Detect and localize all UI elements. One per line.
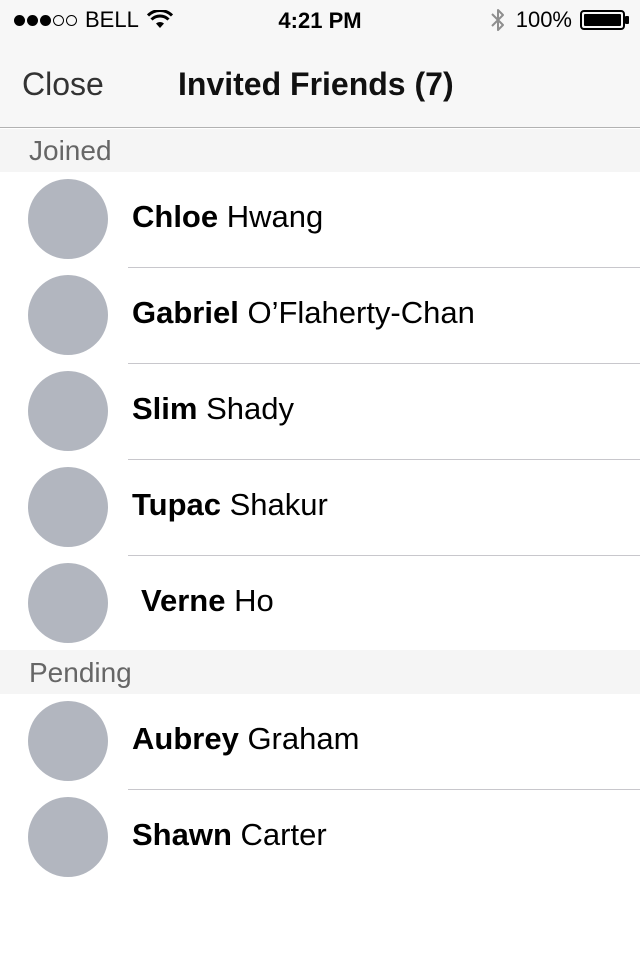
friend-first-name: Chloe [132, 199, 219, 234]
friend-last-name: O’Flaherty-Chan [247, 295, 475, 330]
friend-first-name: Shawn [132, 817, 232, 852]
avatar [28, 275, 108, 355]
status-bar: BELL 4:21 PM 100% [0, 0, 640, 40]
friend-last-name: Shady [206, 391, 294, 426]
bluetooth-icon [491, 9, 504, 31]
friend-row[interactable]: Slim Shady [0, 364, 640, 460]
battery-percentage: 100% [515, 7, 572, 32]
friend-row[interactable]: Verne Ho [0, 556, 640, 652]
friend-row[interactable]: Shawn Carter [0, 790, 640, 886]
friend-name: Gabriel O’Flaherty-Chan [132, 268, 475, 358]
friend-name: Aubrey Graham [132, 694, 359, 784]
friend-first-name: Gabriel [132, 295, 239, 330]
friend-last-name: Graham [247, 721, 360, 756]
friend-name: Tupac Shakur [132, 460, 328, 550]
page-title: Invited Friends (7) [178, 66, 454, 102]
status-right: 100% [490, 7, 630, 32]
friend-last-name: Carter [240, 817, 327, 852]
avatar [28, 179, 108, 259]
friend-first-name: Verne [141, 583, 226, 618]
friend-row[interactable]: Chloe Hwang [0, 172, 640, 268]
friend-name: Shawn Carter [132, 790, 327, 880]
section-header-pending: Pending [0, 650, 640, 694]
avatar [28, 563, 108, 643]
friend-first-name: Slim [132, 391, 198, 426]
friend-last-name: Shakur [229, 487, 328, 522]
section-header-joined: Joined [0, 129, 640, 172]
pending-friends-list: Aubrey Graham Shawn Carter [0, 694, 640, 886]
joined-friends-list: Chloe Hwang Gabriel O’Flaherty-Chan Slim… [0, 172, 640, 652]
friend-row[interactable]: Gabriel O’Flaherty-Chan [0, 268, 640, 364]
friend-last-name: Ho [234, 583, 274, 618]
avatar [28, 797, 108, 877]
friend-name: Slim Shady [132, 364, 294, 454]
avatar [28, 701, 108, 781]
navigation-bar: Close Invited Friends (7) [0, 40, 640, 128]
friend-name: Verne Ho [141, 556, 274, 646]
friend-first-name: Aubrey [132, 721, 239, 756]
friend-row[interactable]: Tupac Shakur [0, 460, 640, 556]
friend-first-name: Tupac [132, 487, 221, 522]
close-button[interactable]: Close [22, 66, 104, 103]
friend-row[interactable]: Aubrey Graham [0, 694, 640, 790]
avatar [28, 467, 108, 547]
avatar [28, 371, 108, 451]
battery-icon [580, 10, 629, 30]
friend-name: Chloe Hwang [132, 172, 323, 262]
friend-last-name: Hwang [226, 199, 324, 234]
